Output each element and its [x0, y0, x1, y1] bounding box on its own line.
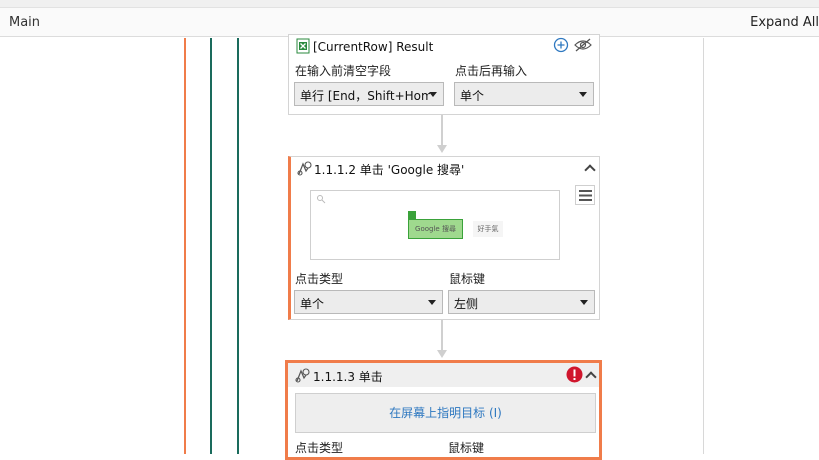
click-type-label: 点击类型 — [295, 441, 344, 455]
clear-before-typing-dropdown[interactable]: 单行 [End，Shift+Hom — [294, 82, 444, 106]
collapse-chevron-icon[interactable] — [584, 164, 596, 176]
sequence-line-orange — [184, 38, 186, 454]
click-before-typing-value: 单个 — [460, 89, 485, 103]
activity-click-google-search[interactable]: 1.1.1.2 单击 'Google 搜尋' Google 搜尋 好手氣 点击类… — [288, 156, 600, 320]
hide-eye-icon[interactable] — [573, 37, 593, 53]
designer-header: Main Expand All — [0, 8, 819, 37]
preview-google-search-button: Google 搜尋 — [408, 219, 463, 239]
expand-all-link[interactable]: Expand All — [750, 15, 819, 30]
click-type-value: 单个 — [300, 297, 325, 311]
top-strip — [0, 0, 819, 8]
sequence-line-teal-1 — [210, 38, 212, 454]
connector-arrow — [437, 350, 447, 358]
click-activity-icon — [297, 161, 312, 176]
click-type-dropdown[interactable]: 单个 — [294, 290, 443, 314]
connector-arrow — [437, 145, 447, 153]
collapse-chevron-icon[interactable] — [585, 371, 597, 383]
clear-before-typing-label: 在输入前清空字段 — [295, 64, 392, 78]
add-circle-icon[interactable] — [553, 37, 569, 53]
connector-line — [441, 115, 443, 145]
activity-click-selected[interactable]: 1.1.1.3 单击 在屏幕上指明目标 (I) 点击类型 鼠标键 — [285, 360, 602, 460]
activity-title: 1.1.1.3 单击 — [313, 370, 383, 384]
error-icon[interactable] — [566, 366, 583, 383]
click-before-typing-dropdown[interactable]: 单个 — [454, 82, 594, 106]
indicate-on-screen-button[interactable]: 在屏幕上指明目标 (I) — [295, 393, 596, 433]
click-type-label: 点击类型 — [295, 272, 344, 286]
activity-header: 1.1.1.2 单击 'Google 搜尋' — [291, 157, 599, 179]
chevron-down-icon — [579, 92, 587, 97]
panel-separator — [703, 38, 704, 454]
click-before-typing-label: 点击后再输入 — [455, 64, 528, 78]
mouse-button-dropdown[interactable]: 左侧 — [448, 290, 595, 314]
target-preview-image: Google 搜尋 好手氣 — [310, 190, 560, 260]
mouse-button-value: 左侧 — [454, 297, 479, 311]
hamburger-icon — [579, 190, 592, 201]
breadcrumb-main: Main — [9, 15, 41, 30]
mouse-button-label: 鼠标键 — [448, 441, 485, 455]
chevron-down-icon — [580, 300, 588, 305]
click-activity-icon — [295, 368, 310, 383]
connector-line — [441, 320, 443, 350]
workflow-canvas: [CurrentRow] Result 在输入前清空字段 单行 [End，Shi… — [0, 34, 819, 460]
clear-before-typing-value: 单行 [End，Shift+Hom — [300, 89, 430, 103]
chevron-down-icon — [428, 300, 436, 305]
mouse-button-label: 鼠标键 — [449, 272, 486, 286]
activity-type-into[interactable]: [CurrentRow] Result 在输入前清空字段 单行 [End，Shi… — [288, 34, 600, 115]
search-icon — [317, 195, 326, 204]
target-element-row: [CurrentRow] Result — [289, 35, 599, 57]
activity-title: 1.1.1.2 单击 'Google 搜尋' — [314, 163, 465, 177]
preview-lucky-button: 好手氣 — [473, 221, 503, 237]
preview-anchor-icon — [408, 211, 416, 219]
excel-icon — [296, 38, 310, 54]
current-row-result-label: [CurrentRow] Result — [313, 40, 434, 54]
chevron-down-icon — [429, 92, 437, 97]
options-menu-button[interactable] — [575, 185, 595, 205]
activity-header: 1.1.1.3 单击 — [288, 363, 599, 387]
sequence-line-teal-2 — [237, 38, 239, 454]
